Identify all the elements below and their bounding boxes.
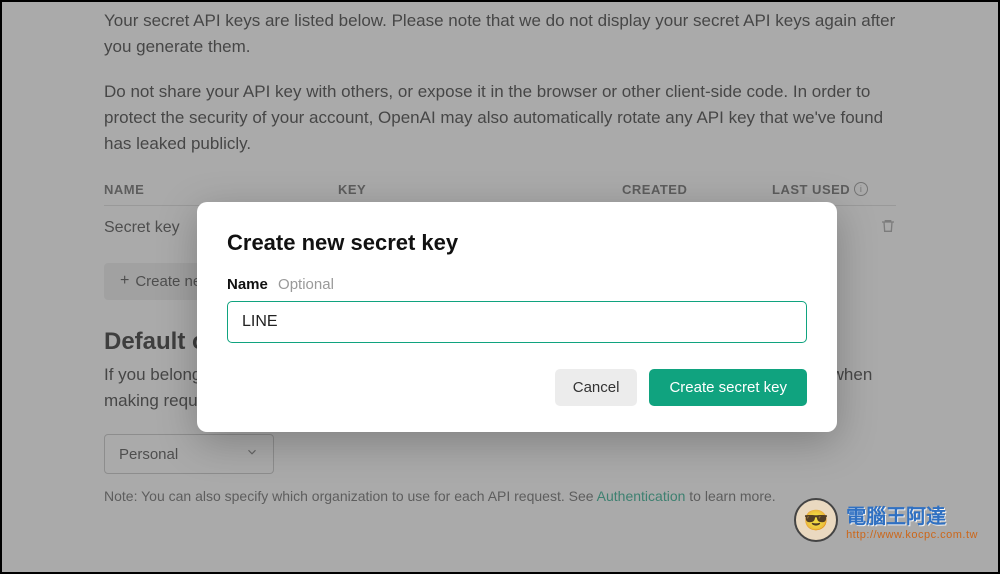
mascot-icon: 😎 <box>794 498 838 542</box>
key-name-input[interactable] <box>227 301 807 343</box>
modal-title: Create new secret key <box>227 230 807 256</box>
cancel-button[interactable]: Cancel <box>555 369 638 406</box>
create-secret-key-button[interactable]: Create secret key <box>649 369 807 406</box>
watermark-url: http://www.kocpc.com.tw <box>846 529 978 541</box>
watermark-title: 電腦王阿達 <box>846 500 978 529</box>
create-secret-key-modal: Create new secret key Name Optional Canc… <box>197 202 837 432</box>
watermark: 😎 電腦王阿達 http://www.kocpc.com.tw <box>794 498 978 542</box>
name-field-label: Name Optional <box>227 276 807 293</box>
